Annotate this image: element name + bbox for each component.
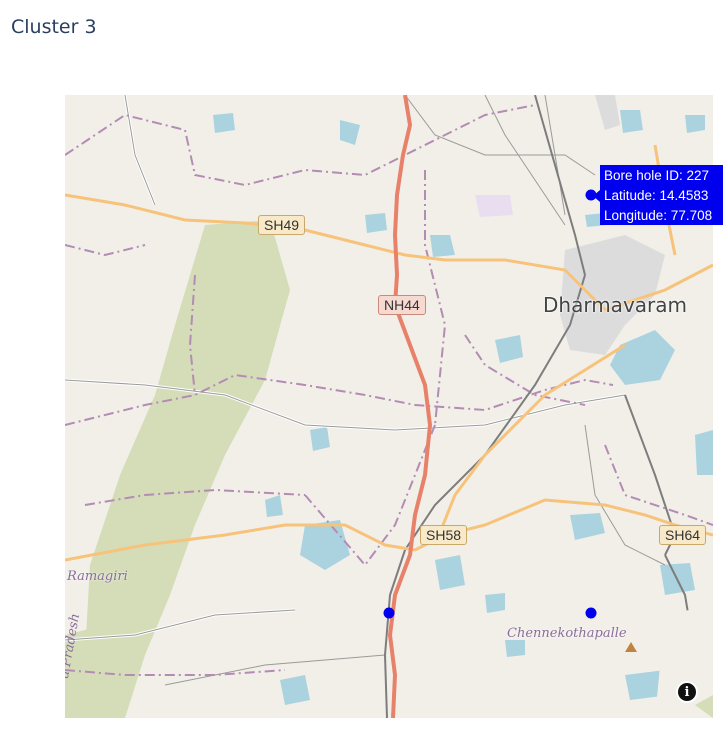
bore-hole-marker[interactable] [383,607,395,619]
tooltip-line: Bore hole ID: 227 [604,168,710,183]
road-shield-sh58: SH58 [420,525,468,545]
tooltip-arrow [593,190,600,202]
info-icon: i [678,683,696,701]
road-shield-sh49: SH49 [258,215,306,235]
bore-hole-marker[interactable] [585,607,597,619]
tooltip-line: Longitude: 77.708 [604,208,713,223]
page-title: Cluster 3 [11,16,97,38]
tooltip-line: Latitude: 14.4583 [604,188,709,203]
road-shield-nh44: NH44 [378,295,426,315]
town-label: Dharmavaram [543,293,687,317]
village-label: Ramagiri [67,569,128,584]
hover-tooltip: Bore hole ID: 227 Latitude: 14.4583 Long… [600,165,723,225]
road-shield-sh64: SH64 [659,525,707,545]
info-button[interactable]: i [676,681,698,703]
village-label: Chennekothapalle [507,626,627,641]
